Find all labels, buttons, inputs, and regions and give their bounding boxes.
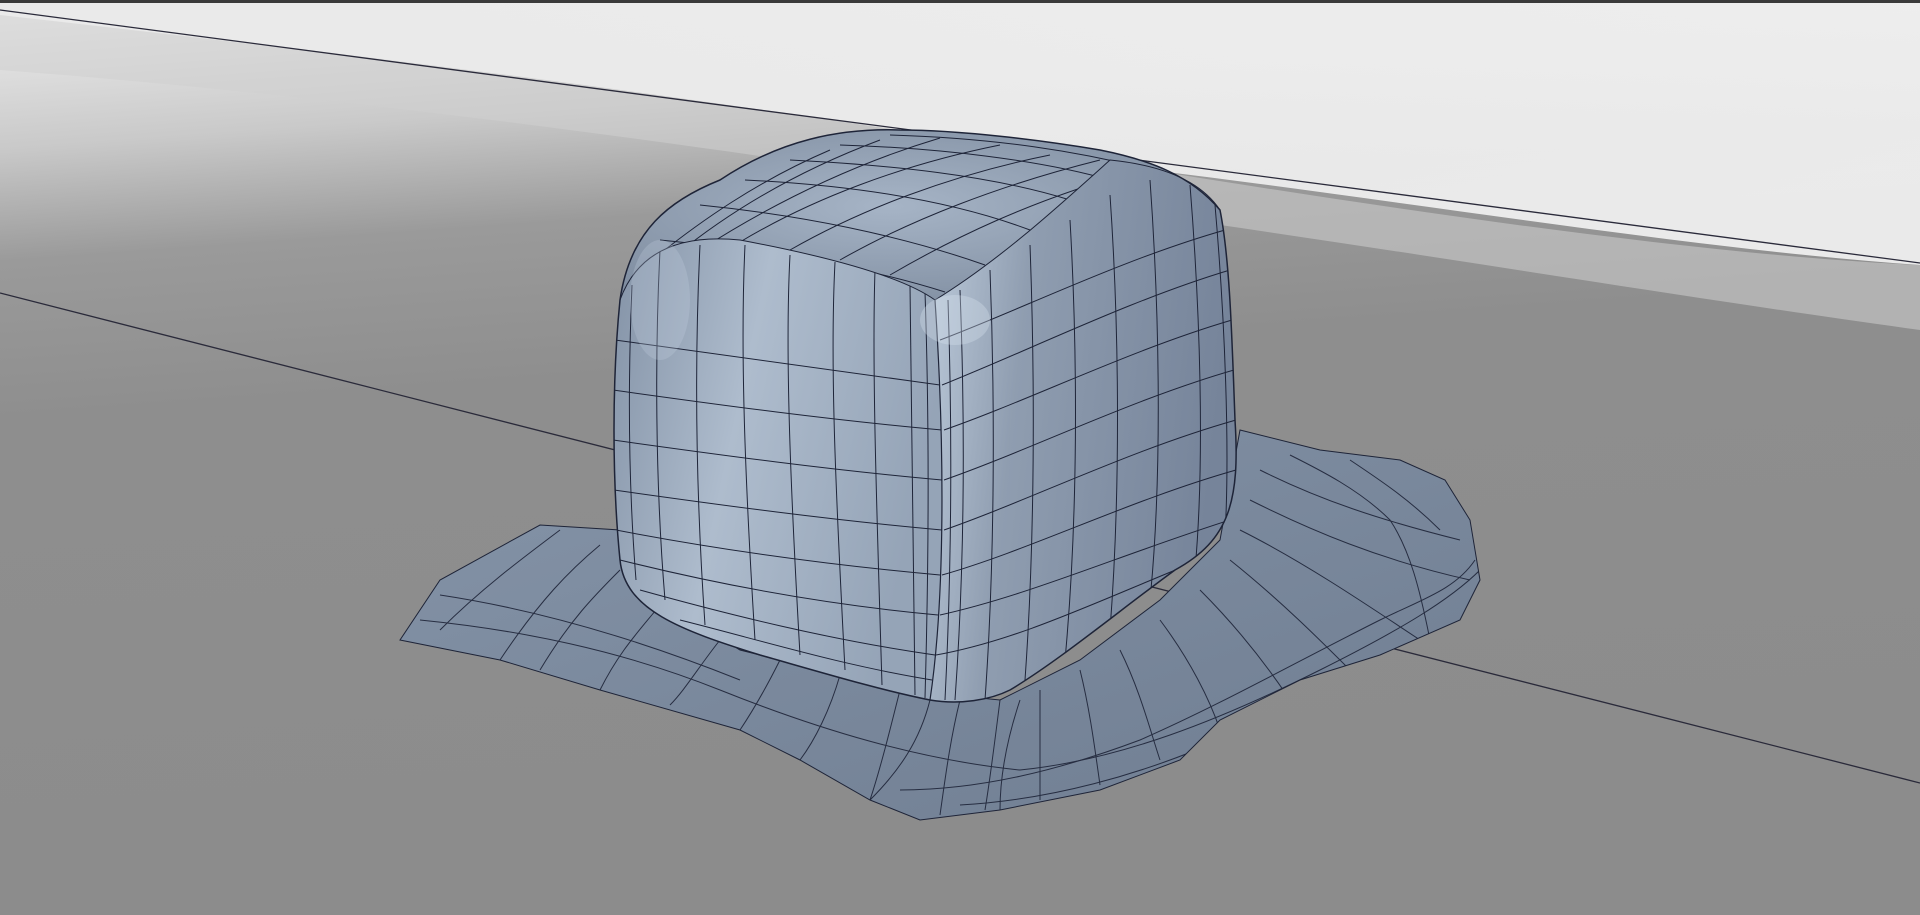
viewport-top-border: [0, 0, 1920, 3]
viewport-canvas[interactable]: [0, 0, 1920, 915]
3d-viewport[interactable]: [0, 0, 1920, 915]
cube-highlight: [920, 295, 990, 345]
cube-highlight-left: [630, 240, 690, 360]
